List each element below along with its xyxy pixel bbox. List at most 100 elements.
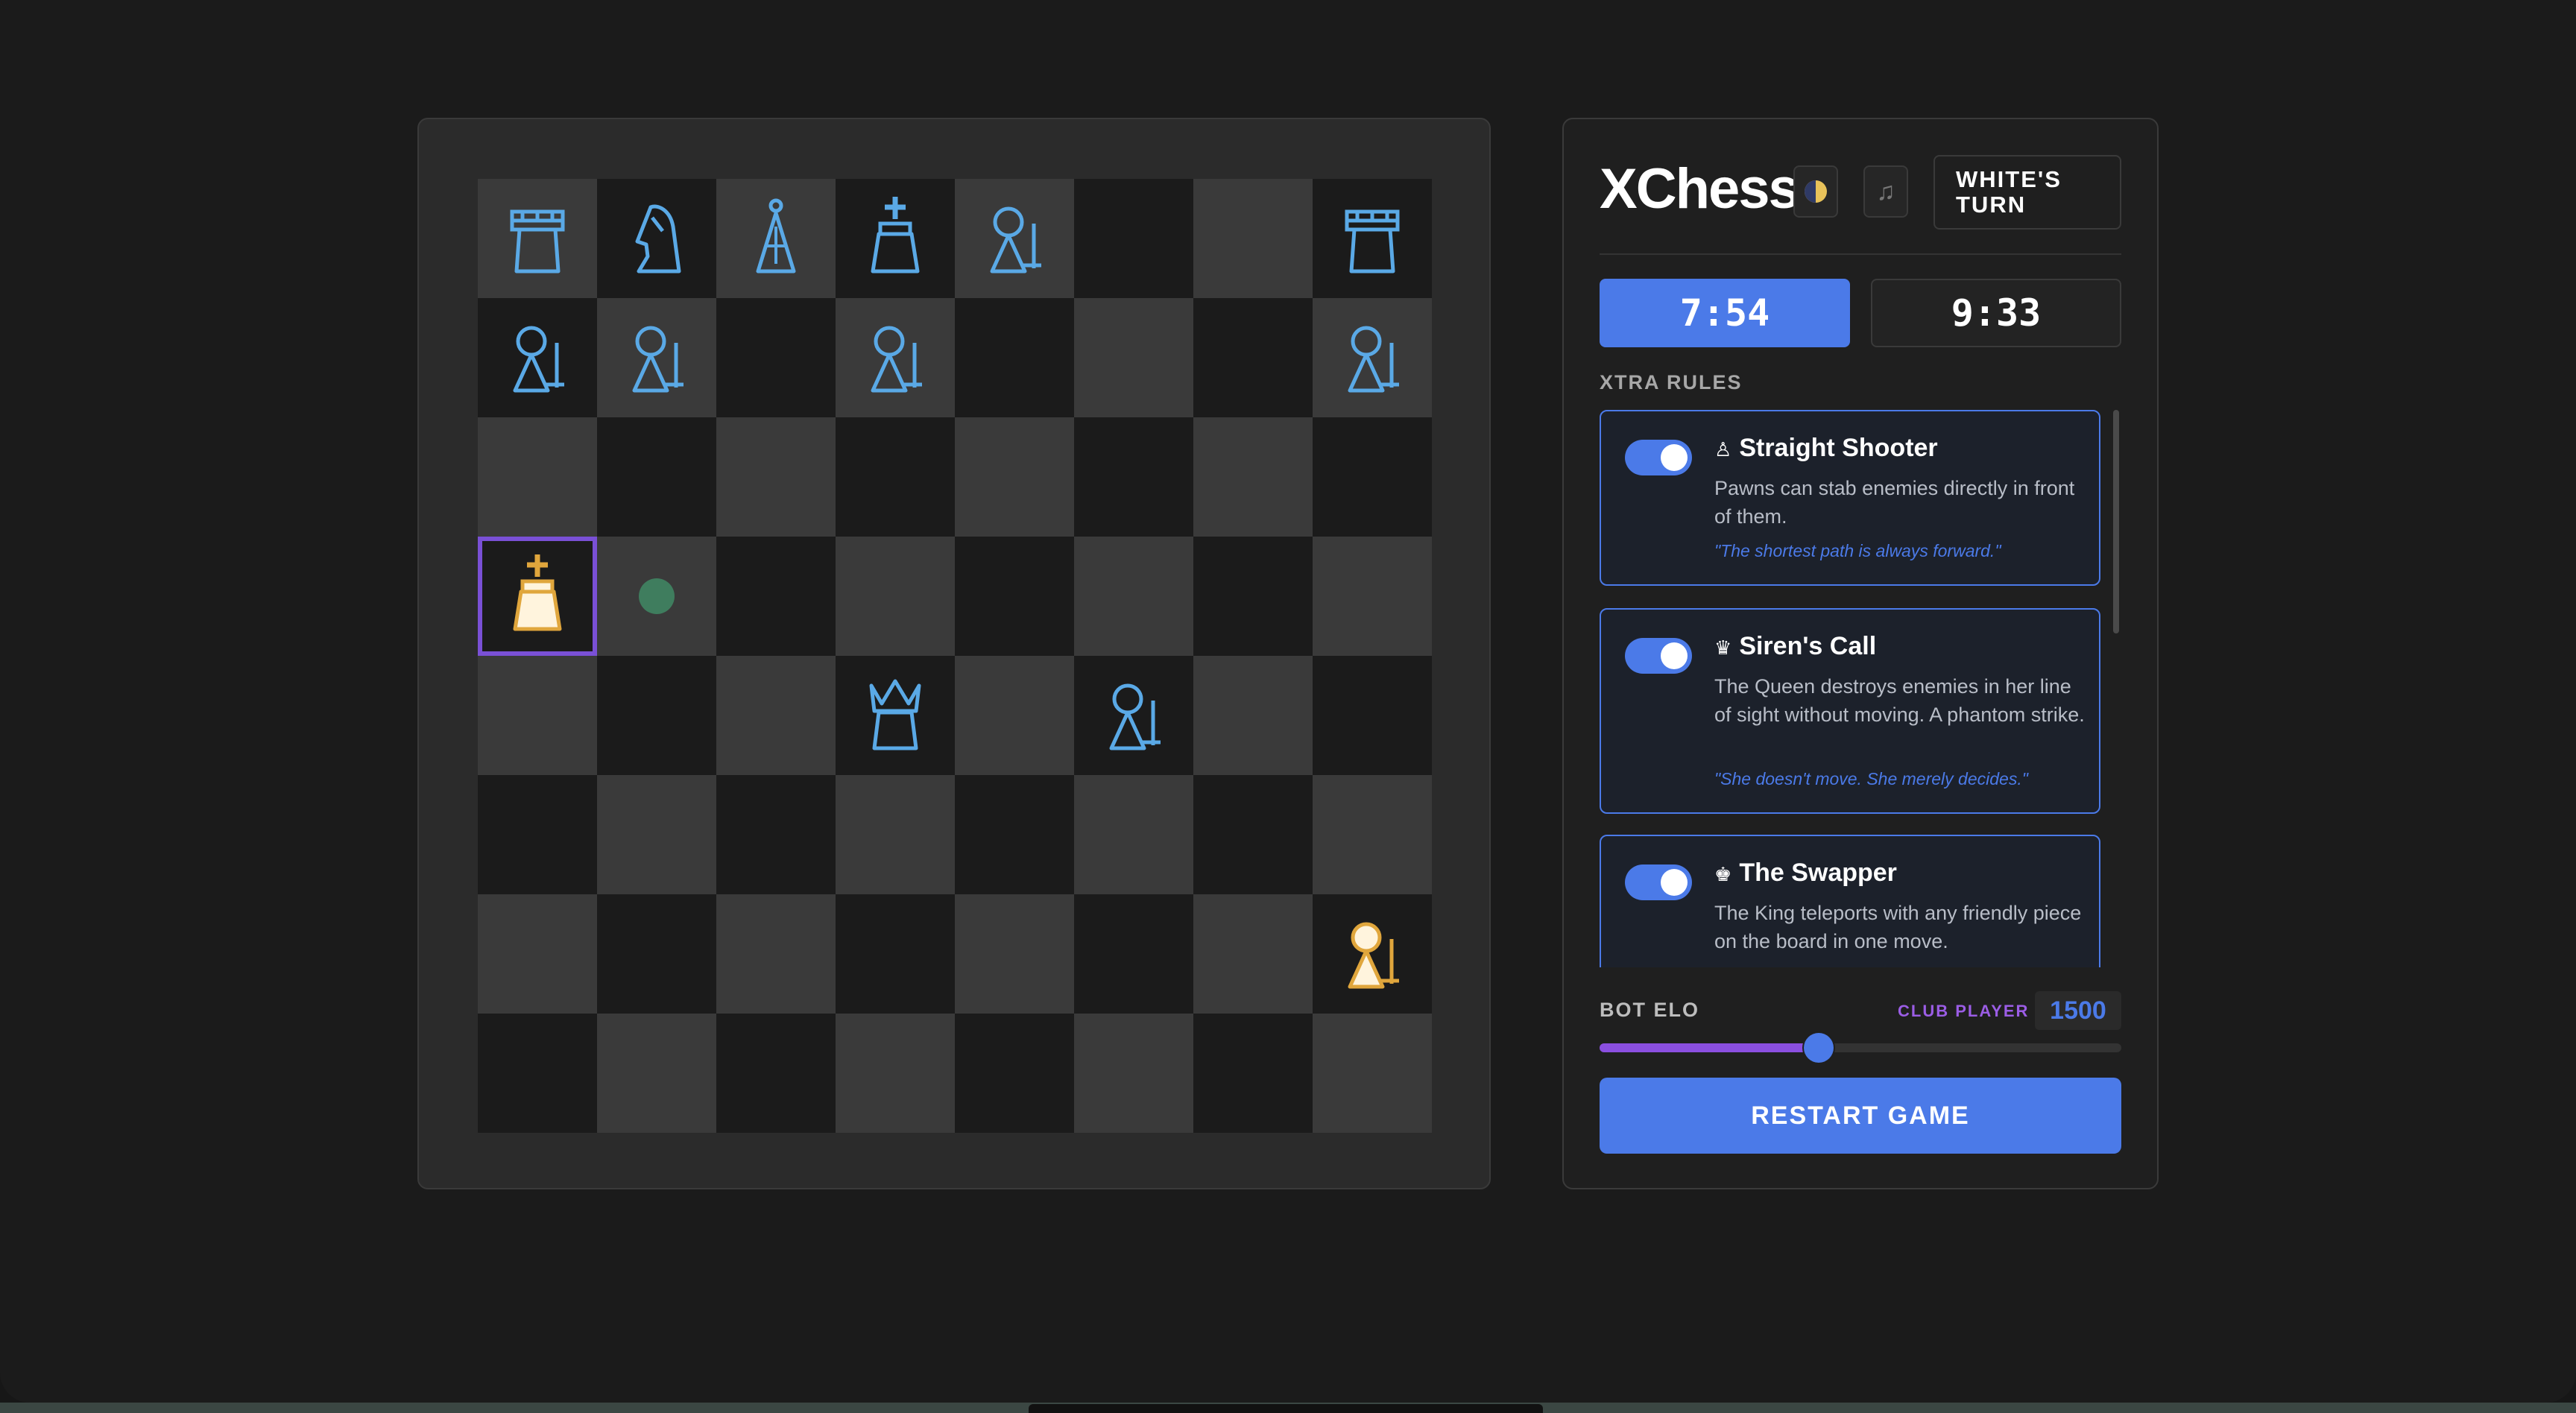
black-rook-icon[interactable] bbox=[1336, 195, 1408, 282]
square-b3[interactable] bbox=[597, 775, 716, 894]
square-b7[interactable] bbox=[597, 298, 716, 417]
square-a1[interactable] bbox=[478, 1014, 597, 1133]
square-d8[interactable] bbox=[836, 179, 955, 298]
square-g8[interactable] bbox=[1193, 179, 1313, 298]
square-e3[interactable] bbox=[955, 775, 1074, 894]
rule-title: ♚ The Swapper bbox=[1714, 859, 1897, 888]
black-pawn-icon[interactable] bbox=[979, 195, 1050, 282]
square-b5[interactable] bbox=[597, 537, 716, 656]
black-knight-icon[interactable] bbox=[621, 195, 692, 282]
square-a2[interactable] bbox=[478, 894, 597, 1014]
square-d1[interactable] bbox=[836, 1014, 955, 1133]
square-c4[interactable] bbox=[716, 656, 836, 775]
square-c2[interactable] bbox=[716, 894, 836, 1014]
square-h1[interactable] bbox=[1313, 1014, 1432, 1133]
square-e5[interactable] bbox=[955, 537, 1074, 656]
black-rook-icon[interactable] bbox=[502, 195, 573, 282]
square-e1[interactable] bbox=[955, 1014, 1074, 1133]
square-b6[interactable] bbox=[597, 417, 716, 537]
move-hint-dot[interactable] bbox=[639, 578, 675, 614]
black-pawn-icon[interactable] bbox=[1098, 672, 1169, 759]
pawn-icon: ♙ bbox=[1714, 438, 1732, 461]
white-king-icon[interactable] bbox=[502, 553, 573, 640]
rule-toggle-sirens-call[interactable] bbox=[1625, 638, 1692, 674]
black-bishop-icon[interactable] bbox=[740, 195, 812, 282]
square-d6[interactable] bbox=[836, 417, 955, 537]
square-d3[interactable] bbox=[836, 775, 955, 894]
square-f7[interactable] bbox=[1074, 298, 1193, 417]
black-king-icon[interactable] bbox=[859, 195, 931, 282]
rule-card-the-swapper: ♚ The Swapper The King teleports with any… bbox=[1600, 835, 2100, 967]
black-pawn-icon[interactable] bbox=[621, 314, 692, 402]
square-d7[interactable] bbox=[836, 298, 955, 417]
xtra-rules-heading: XTRA RULES bbox=[1600, 371, 1743, 393]
square-b1[interactable] bbox=[597, 1014, 716, 1133]
square-a3[interactable] bbox=[478, 775, 597, 894]
square-f8[interactable] bbox=[1074, 179, 1193, 298]
square-f4[interactable] bbox=[1074, 656, 1193, 775]
rule-toggle-straight-shooter[interactable] bbox=[1625, 440, 1692, 475]
black-pawn-icon[interactable] bbox=[502, 314, 573, 402]
square-g3[interactable] bbox=[1193, 775, 1313, 894]
square-g6[interactable] bbox=[1193, 417, 1313, 537]
square-c7[interactable] bbox=[716, 298, 836, 417]
square-h2[interactable] bbox=[1313, 894, 1432, 1014]
rule-title-text: Straight Shooter bbox=[1739, 434, 1938, 462]
square-b2[interactable] bbox=[597, 894, 716, 1014]
half-moon-icon bbox=[1805, 180, 1827, 203]
rule-toggle-the-swapper[interactable] bbox=[1625, 864, 1692, 900]
black-pawn-icon[interactable] bbox=[859, 314, 931, 402]
square-a4[interactable] bbox=[478, 656, 597, 775]
square-g5[interactable] bbox=[1193, 537, 1313, 656]
square-e7[interactable] bbox=[955, 298, 1074, 417]
square-g7[interactable] bbox=[1193, 298, 1313, 417]
square-f2[interactable] bbox=[1074, 894, 1193, 1014]
square-e8[interactable] bbox=[955, 179, 1074, 298]
square-a8[interactable] bbox=[478, 179, 597, 298]
rules-scrollbar[interactable] bbox=[2113, 410, 2119, 633]
rule-title: ♙ Straight Shooter bbox=[1714, 434, 1938, 463]
square-f1[interactable] bbox=[1074, 1014, 1193, 1133]
black-pawn-icon[interactable] bbox=[1336, 314, 1408, 402]
square-d5[interactable] bbox=[836, 537, 955, 656]
square-c1[interactable] bbox=[716, 1014, 836, 1133]
elo-slider[interactable] bbox=[1600, 1033, 2121, 1063]
square-h7[interactable] bbox=[1313, 298, 1432, 417]
square-e2[interactable] bbox=[955, 894, 1074, 1014]
restart-game-button[interactable]: RESTART GAME bbox=[1600, 1078, 2121, 1154]
square-h3[interactable] bbox=[1313, 775, 1432, 894]
music-note-icon: ♫ bbox=[1876, 177, 1895, 206]
theme-toggle-button[interactable] bbox=[1793, 165, 1838, 218]
toggle-knob bbox=[1661, 642, 1688, 669]
square-b8[interactable] bbox=[597, 179, 716, 298]
square-e4[interactable] bbox=[955, 656, 1074, 775]
square-h6[interactable] bbox=[1313, 417, 1432, 537]
square-a6[interactable] bbox=[478, 417, 597, 537]
square-f3[interactable] bbox=[1074, 775, 1193, 894]
black-queen-icon[interactable] bbox=[859, 672, 931, 759]
chess-board[interactable] bbox=[478, 179, 1432, 1133]
square-f5[interactable] bbox=[1074, 537, 1193, 656]
square-c8[interactable] bbox=[716, 179, 836, 298]
square-h5[interactable] bbox=[1313, 537, 1432, 656]
square-a7[interactable] bbox=[478, 298, 597, 417]
square-g2[interactable] bbox=[1193, 894, 1313, 1014]
elo-slider-thumb[interactable] bbox=[1804, 1033, 1834, 1063]
square-d4[interactable] bbox=[836, 656, 955, 775]
square-d2[interactable] bbox=[836, 894, 955, 1014]
square-e6[interactable] bbox=[955, 417, 1074, 537]
square-b4[interactable] bbox=[597, 656, 716, 775]
square-h4[interactable] bbox=[1313, 656, 1432, 775]
square-c3[interactable] bbox=[716, 775, 836, 894]
square-g1[interactable] bbox=[1193, 1014, 1313, 1133]
toggle-knob bbox=[1661, 444, 1688, 471]
white-pawn-icon[interactable] bbox=[1336, 911, 1408, 998]
music-button[interactable]: ♫ bbox=[1863, 165, 1908, 218]
rules-list[interactable]: ♙ Straight Shooter Pawns can stab enemies… bbox=[1600, 410, 2102, 967]
square-g4[interactable] bbox=[1193, 656, 1313, 775]
square-h8[interactable] bbox=[1313, 179, 1432, 298]
square-a5[interactable] bbox=[478, 537, 597, 656]
square-c5[interactable] bbox=[716, 537, 836, 656]
square-c6[interactable] bbox=[716, 417, 836, 537]
square-f6[interactable] bbox=[1074, 417, 1193, 537]
